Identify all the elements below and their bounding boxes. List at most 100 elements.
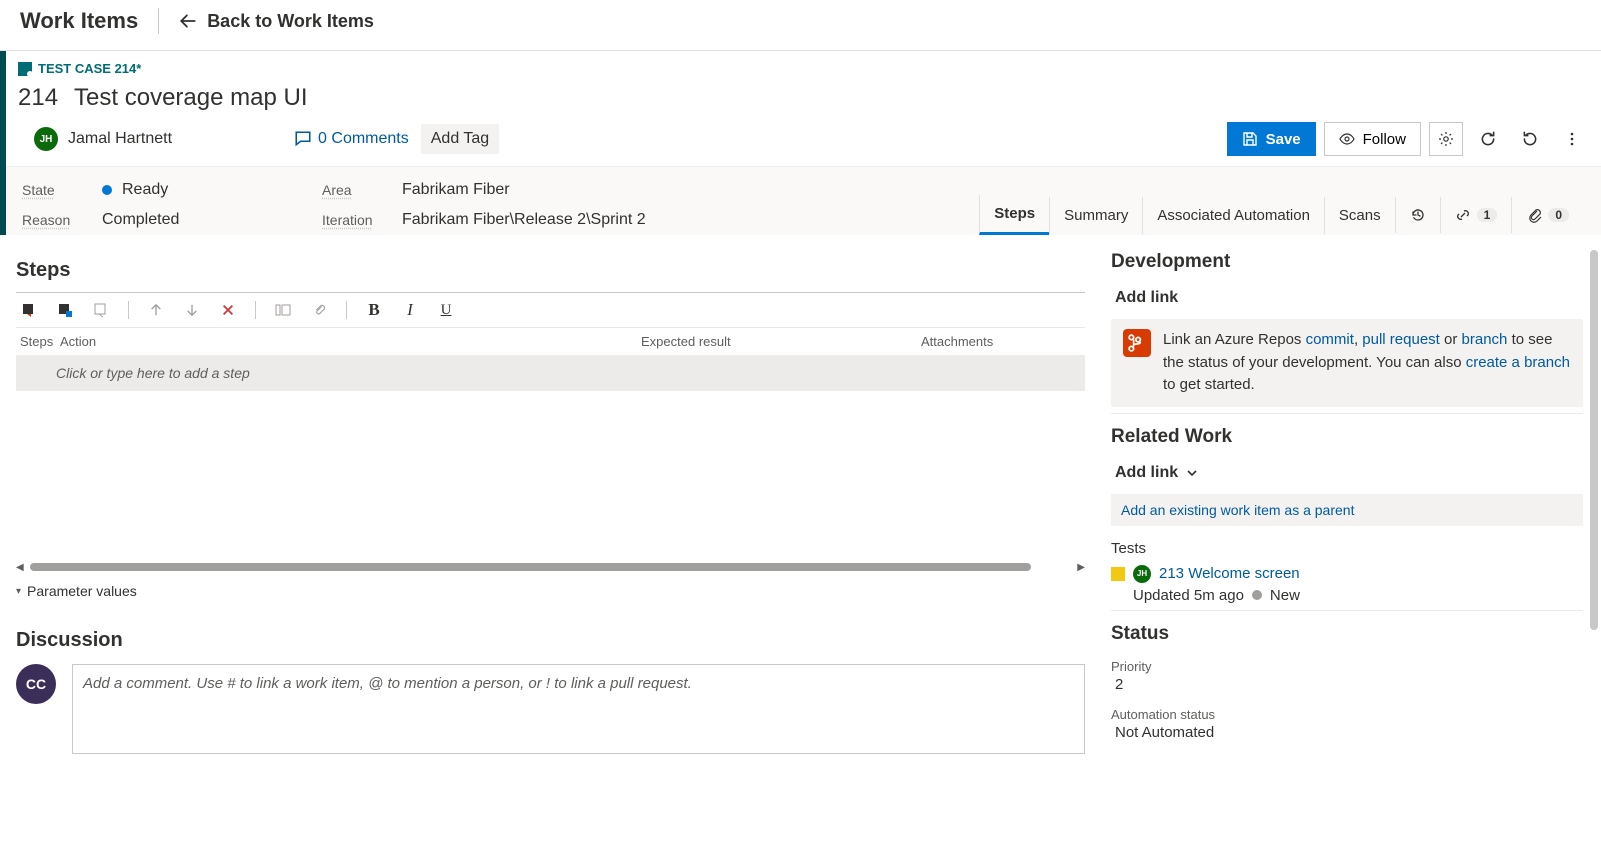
tab-attachments[interactable]: 0: [1511, 197, 1583, 233]
insert-step-button[interactable]: [20, 301, 38, 319]
tab-steps[interactable]: Steps: [979, 195, 1049, 235]
reason-label: Reason: [22, 212, 102, 228]
column-header-attachments: Attachments: [921, 334, 1081, 349]
steps-heading: Steps: [16, 259, 1085, 282]
history-icon: [1410, 207, 1426, 223]
create-branch-link[interactable]: create a branch: [1466, 354, 1570, 371]
delete-step-button[interactable]: [219, 301, 237, 319]
branch-link[interactable]: branch: [1462, 331, 1508, 348]
scroll-right-icon[interactable]: ▶: [1077, 562, 1085, 573]
state-label: State: [22, 182, 102, 198]
toolbar-separator: [346, 301, 347, 319]
tab-summary[interactable]: Summary: [1049, 197, 1142, 234]
comment-icon: [294, 130, 312, 148]
add-tag-button[interactable]: Add Tag: [421, 124, 499, 154]
discussion-input[interactable]: Add a comment. Use # to link a work item…: [72, 664, 1085, 754]
development-info-card: Link an Azure Repos commit, pull request…: [1111, 319, 1583, 407]
add-step-placeholder[interactable]: Click or type here to add a step: [16, 355, 1085, 391]
steps-horizontal-scrollbar[interactable]: ◀ ▶: [16, 561, 1085, 573]
gear-icon: [1438, 131, 1454, 147]
tab-history[interactable]: [1395, 197, 1440, 233]
automation-status-label: Automation status: [1111, 707, 1583, 722]
iteration-label: Iteration: [322, 212, 402, 228]
test-item-link[interactable]: 213 Welcome screen: [1159, 565, 1300, 582]
main-panel: Steps B I U Steps Action Expected result…: [0, 235, 1101, 770]
bold-button[interactable]: B: [365, 301, 383, 319]
kebab-icon: [1564, 131, 1580, 147]
column-header-action: Action: [60, 334, 641, 349]
work-item-tabs: Steps Summary Associated Automation Scan…: [979, 195, 1583, 235]
back-button[interactable]: Back to Work Items: [179, 11, 374, 32]
back-label: Back to Work Items: [207, 11, 374, 32]
tab-associated-automation[interactable]: Associated Automation: [1142, 197, 1324, 234]
links-badge: 1: [1477, 208, 1498, 222]
related-work-heading: Related Work: [1111, 413, 1583, 448]
attachment-icon: [1526, 207, 1542, 223]
state-value[interactable]: Ready: [102, 181, 168, 199]
column-header-steps: Steps: [20, 334, 60, 349]
development-add-link-button[interactable]: Add link: [1111, 283, 1182, 313]
test-link-item[interactable]: JH 213 Welcome screen: [1111, 565, 1583, 583]
side-panel: Development Add link Link an Azure Repos…: [1101, 235, 1601, 770]
test-case-icon: [18, 62, 32, 76]
automation-status-value[interactable]: Not Automated: [1111, 722, 1583, 741]
parameter-values-toggle[interactable]: ▾ Parameter values: [16, 583, 1085, 599]
scroll-track[interactable]: [30, 563, 1032, 571]
outdent-button[interactable]: [274, 301, 292, 319]
underline-button[interactable]: U: [437, 301, 455, 319]
add-parent-link[interactable]: Add an existing work item as a parent: [1111, 494, 1583, 526]
move-down-button[interactable]: [183, 301, 201, 319]
toolbar-separator: [128, 301, 129, 319]
iteration-value[interactable]: Fabrikam Fiber\Release 2\Sprint 2: [402, 211, 646, 229]
development-info-text: Link an Azure Repos commit, pull request…: [1163, 329, 1571, 397]
test-item-meta: Updated 5m ago New: [1111, 587, 1583, 604]
assignee-name[interactable]: Jamal Hartnett: [68, 130, 172, 148]
follow-label: Follow: [1363, 131, 1406, 148]
pull-request-link[interactable]: pull request: [1362, 331, 1440, 348]
scroll-left-icon[interactable]: ◀: [16, 562, 24, 573]
insert-shared-step-button[interactable]: [56, 301, 74, 319]
tab-links[interactable]: 1: [1440, 197, 1512, 233]
state-dot-icon: [1252, 590, 1262, 600]
parameter-values-label: Parameter values: [27, 583, 137, 599]
comments-button[interactable]: 0 Comments: [294, 130, 409, 148]
status-heading: Status: [1111, 610, 1583, 645]
italic-button[interactable]: I: [401, 301, 419, 319]
commit-link[interactable]: commit: [1306, 331, 1354, 348]
assignee-avatar[interactable]: JH: [34, 127, 58, 151]
area-value[interactable]: Fabrikam Fiber: [402, 181, 510, 199]
state-dot-icon: [102, 185, 112, 195]
create-shared-steps-button[interactable]: [92, 301, 110, 319]
comments-count-label: 0 Comments: [318, 130, 409, 148]
steps-toolbar: B I U: [16, 292, 1085, 328]
save-button[interactable]: Save: [1227, 122, 1316, 156]
test-suite-icon: [1111, 567, 1125, 581]
work-item-title[interactable]: Test coverage map UI: [74, 84, 307, 112]
page-heading: Work Items: [20, 8, 159, 34]
refresh-icon: [1479, 130, 1497, 148]
settings-button[interactable]: [1429, 122, 1463, 156]
eye-icon: [1339, 131, 1355, 147]
revert-button[interactable]: [1513, 122, 1547, 156]
discussion-heading: Discussion: [16, 629, 1085, 652]
work-item-header: TEST CASE 214* 214 Test coverage map UI …: [0, 51, 1601, 235]
priority-value[interactable]: 2: [1111, 674, 1583, 693]
attach-file-button[interactable]: [310, 301, 328, 319]
work-item-fields: State Ready Reason Completed Area Fabrik…: [6, 166, 1601, 235]
related-add-link-button[interactable]: Add link: [1111, 458, 1202, 488]
tab-scans[interactable]: Scans: [1324, 197, 1395, 234]
work-item-type-tag[interactable]: TEST CASE 214*: [6, 57, 1601, 80]
more-actions-button[interactable]: [1555, 122, 1589, 156]
area-label: Area: [322, 182, 402, 198]
undo-icon: [1521, 130, 1539, 148]
move-up-button[interactable]: [147, 301, 165, 319]
back-arrow-icon: [179, 12, 197, 30]
attachments-badge: 0: [1548, 208, 1569, 222]
reason-value[interactable]: Completed: [102, 211, 179, 229]
chevron-down-icon: [1186, 467, 1198, 479]
vertical-scrollbar[interactable]: [1587, 250, 1601, 865]
follow-button[interactable]: Follow: [1324, 122, 1421, 156]
column-header-expected: Expected result: [641, 334, 921, 349]
current-user-avatar: CC: [16, 664, 56, 704]
refresh-button[interactable]: [1471, 122, 1505, 156]
